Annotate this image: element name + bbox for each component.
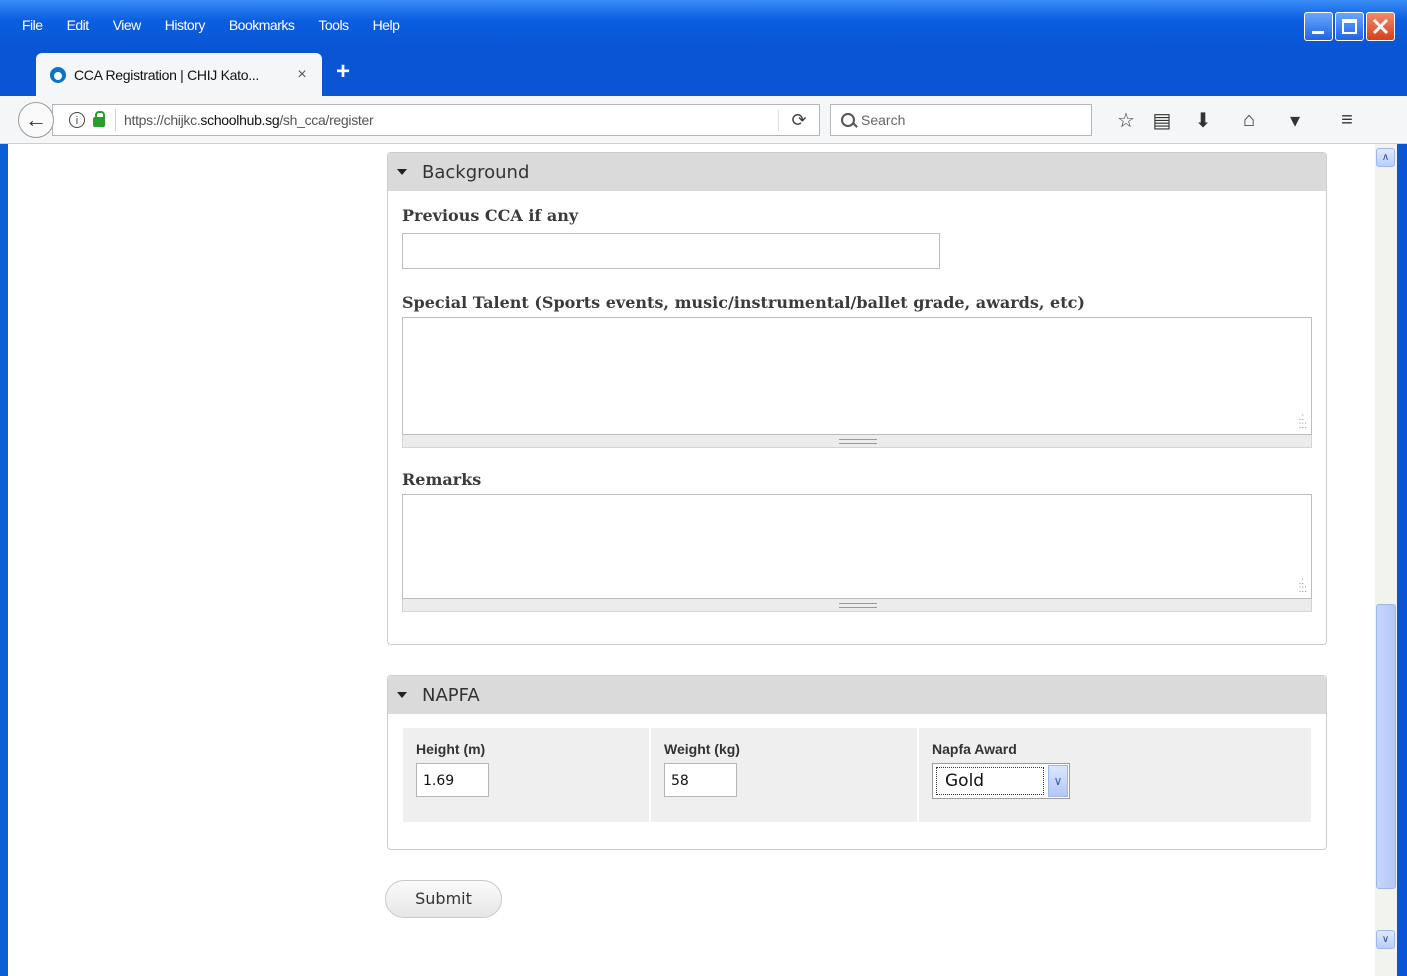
collapse-triangle-icon [397,692,407,698]
downloads-icon[interactable]: ⬇ [1180,104,1226,136]
napfa-fields-row: Height (m) 1.69 Weight (kg) 58 Napfa Awa… [403,728,1311,822]
bookmarks-list-icon[interactable]: ▤ [1144,104,1180,136]
url-text[interactable]: https://chijkc.schoolhub.sg/sh_cca/regis… [124,112,778,128]
back-arrow-icon: ← [25,107,47,132]
menu-file[interactable]: File [8,14,53,36]
search-icon [841,113,855,127]
scroll-down-icon[interactable]: ∨ [1376,930,1395,949]
browser-window: File Edit View History Bookmarks Tools H… [0,0,1407,976]
title-bar: File Edit View History Bookmarks Tools H… [0,0,1407,50]
url-domain: schoolhub.sg [200,112,280,128]
close-icon [1372,18,1389,35]
url-bar[interactable]: i https://chijkc.schoolhub.sg/sh_cca/reg… [52,104,820,136]
height-cell: Height (m) 1.69 [403,728,651,822]
minimize-button[interactable] [1304,12,1333,41]
menu-history[interactable]: History [151,14,215,36]
reload-icon[interactable]: ⟳ [778,109,819,131]
menu-help[interactable]: Help [359,14,410,36]
page-viewport: Background Previous CCA if any Special T… [8,144,1375,976]
navigation-bar: i https://chijkc.schoolhub.sg/sh_cca/reg… [0,96,1407,144]
previous-cca-label: Previous CCA if any [402,206,579,225]
url-prefix: https://chijkc. [124,112,201,128]
menu-bookmarks[interactable]: Bookmarks [215,14,305,36]
special-talent-label: Special Talent (Sports events, music/ins… [402,293,1085,312]
remarks-label: Remarks [402,470,482,489]
weight-label: Weight (kg) [664,741,740,757]
maximize-button[interactable] [1335,12,1364,41]
tab-title: CCA Registration | CHIJ Kato... [74,66,259,83]
background-fieldset: Background Previous CCA if any Special T… [387,152,1327,645]
drupal-favicon-icon [50,66,66,83]
special-talent-textarea[interactable]: .:::: [402,317,1312,435]
window-controls [1304,12,1395,41]
search-placeholder: Search [861,112,906,128]
toolbar-icons: ☆ ▤ ⬇ ⌂ ▾ ≡ [1108,104,1370,136]
napfa-fieldset: NAPFA Height (m) 1.69 Weight (kg) 58 Nap… [387,675,1327,850]
menu-tools[interactable]: Tools [304,14,358,36]
chevron-down-icon[interactable]: ∨ [1048,765,1068,797]
close-window-button[interactable] [1366,12,1395,41]
resize-handle-icon[interactable]: .:::: [1299,413,1307,431]
minimize-icon [1312,31,1324,34]
resize-handle-icon[interactable]: .:::: [1299,577,1307,595]
weight-cell: Weight (kg) 58 [651,728,919,822]
menu-edit[interactable]: Edit [53,14,99,36]
remarks-textarea[interactable]: .:::: [402,494,1312,599]
search-bar[interactable]: Search [830,104,1092,136]
back-button[interactable]: ← [18,102,54,138]
scrollbar-thumb[interactable] [1376,604,1396,889]
award-selected-value: Gold [936,767,1044,795]
height-input[interactable]: 1.69 [416,763,489,797]
special-talent-grippie[interactable] [402,435,1312,448]
award-select[interactable]: Gold ∨ [932,763,1070,799]
url-separator [115,109,116,131]
scroll-up-icon[interactable]: ∧ [1376,148,1395,167]
submit-button[interactable]: Submit [385,880,502,918]
new-tab-button[interactable]: + [336,58,350,86]
remarks-grippie[interactable] [402,599,1312,612]
bookmark-star-icon[interactable]: ☆ [1108,104,1144,136]
maximize-icon [1342,19,1357,34]
award-label: Napfa Award [932,741,1017,757]
menu-view[interactable]: View [99,14,151,36]
lock-icon [93,111,105,127]
napfa-legend[interactable]: NAPFA [388,676,1326,714]
tab-cca-registration[interactable]: CCA Registration | CHIJ Kato... × [36,53,322,96]
weight-input[interactable]: 58 [664,763,737,797]
award-cell: Napfa Award Gold ∨ [919,728,1311,822]
window-frame-right [1397,144,1407,976]
url-path: /sh_cca/register [279,112,374,128]
background-legend[interactable]: Background [388,153,1326,191]
menu-bar: File Edit View History Bookmarks Tools H… [8,14,409,36]
previous-cca-input[interactable] [402,233,940,269]
info-icon[interactable]: i [69,112,85,128]
vertical-scrollbar[interactable]: ∧ ∨ [1375,144,1397,976]
home-icon[interactable]: ⌂ [1226,104,1272,136]
pocket-icon[interactable]: ▾ [1272,104,1318,136]
tab-strip: CCA Registration | CHIJ Kato... × + [0,50,1407,96]
tab-close-icon[interactable]: × [292,66,312,84]
background-legend-label: Background [422,161,530,183]
hamburger-menu-icon[interactable]: ≡ [1324,104,1370,136]
collapse-triangle-icon [397,169,407,175]
height-label: Height (m) [416,741,486,757]
napfa-legend-label: NAPFA [422,684,480,706]
